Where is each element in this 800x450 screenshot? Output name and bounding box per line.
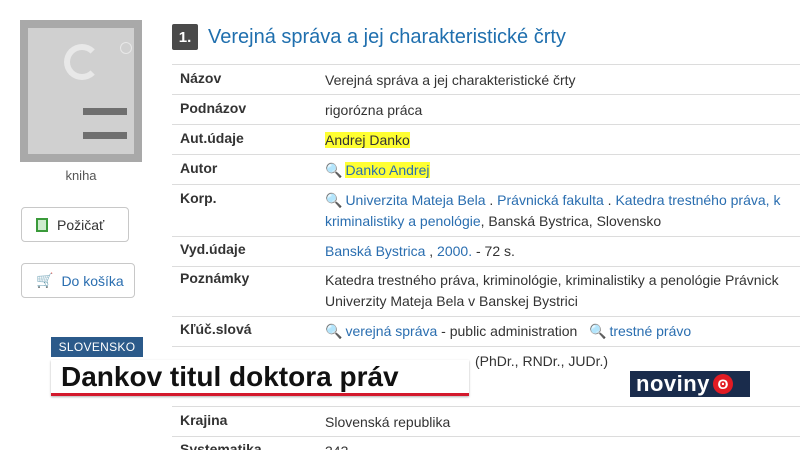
author-link[interactable]: Danko Andrej xyxy=(345,162,430,178)
row-divider xyxy=(172,154,800,155)
borrow-button[interactable]: Požičať xyxy=(21,207,129,242)
field-label: Poznámky xyxy=(180,270,250,286)
corporate-tail: , Banská Bystrica, Slovensko xyxy=(480,213,662,229)
field-label: Aut.údaje xyxy=(180,130,244,146)
field-value-author: 🔍 Danko Andrej xyxy=(325,160,800,181)
book-icon xyxy=(36,217,48,232)
field-value-title: Verejná správa a jej charakteristické čr… xyxy=(325,72,576,88)
corporate-link[interactable]: Právnická fakulta xyxy=(497,192,604,208)
field-value-country: Slovenská republika xyxy=(325,414,451,430)
year-link[interactable]: 2000. xyxy=(437,243,472,259)
field-label: Systematika xyxy=(180,441,262,450)
row-divider xyxy=(172,346,800,347)
corporate-link[interactable]: Univerzita Mateja Bela xyxy=(345,192,485,208)
field-label: Korp. xyxy=(180,190,217,206)
record-title-link[interactable]: Verejná správa a jej charakteristické čr… xyxy=(208,26,566,49)
highlighted-text: Andrej Danko xyxy=(325,132,410,148)
field-value-notes: Katedra trestného práva, kriminológie, k… xyxy=(325,270,800,312)
row-divider xyxy=(172,406,800,407)
corporate-link[interactable]: kriminalistiky a penológie xyxy=(325,213,481,229)
row-divider xyxy=(172,266,800,267)
search-icon[interactable]: 🔍 xyxy=(325,162,342,178)
cover-emblem xyxy=(64,44,100,80)
field-label: Kľúč.slová xyxy=(180,321,252,337)
row-divider xyxy=(172,94,800,95)
add-to-cart-label: Do košíka xyxy=(61,272,124,289)
field-value-subtitle: rigorózna práca xyxy=(325,102,423,118)
cover-registered-mark xyxy=(120,42,132,54)
pages-text: - 72 s. xyxy=(475,243,515,259)
row-divider xyxy=(172,124,800,125)
search-icon[interactable]: 🔍 xyxy=(325,192,342,208)
document-type-label: kniha xyxy=(65,168,97,183)
book-cover-image xyxy=(20,20,142,162)
record-heading: 1. Verejná správa a jej charakteristické… xyxy=(172,22,566,52)
row-divider xyxy=(172,236,800,237)
row-divider xyxy=(172,316,800,317)
field-value-publication: Banská Bystrica , 2000. - 72 s. xyxy=(325,243,515,259)
keyword-translation: - public administration xyxy=(441,323,578,339)
field-value-author-data: Andrej Danko xyxy=(325,130,800,151)
row-divider xyxy=(172,184,800,185)
search-icon[interactable]: 🔍 xyxy=(325,323,342,339)
field-label: Autor xyxy=(180,160,218,176)
field-label: Názov xyxy=(180,70,222,86)
row-divider xyxy=(172,64,800,65)
keyword-link[interactable]: trestné právo xyxy=(609,323,691,339)
news-headline: Dankov titul doktora práv xyxy=(51,360,469,396)
systematics-link[interactable]: 343 xyxy=(325,441,800,450)
field-value-keywords: 🔍 verejná správa - public administration … xyxy=(325,321,800,342)
cover-bar xyxy=(83,132,127,139)
corporate-link[interactable]: Katedra trestného práva, k xyxy=(615,192,780,208)
channel-logo: noviny ʘ xyxy=(630,371,750,397)
field-value-degrees: (PhDr., RNDr., JUDr.) xyxy=(475,353,609,369)
search-icon[interactable]: 🔍 xyxy=(589,323,606,339)
record-number-badge: 1. xyxy=(172,24,198,50)
logo-text: noviny xyxy=(636,371,710,396)
row-divider xyxy=(172,436,800,437)
field-label: Vyd.údaje xyxy=(180,241,246,257)
field-label: Podnázov xyxy=(180,100,247,116)
field-label: Krajina xyxy=(180,412,228,428)
cover-bar xyxy=(83,108,127,115)
book-icon xyxy=(28,28,134,154)
keyword-link[interactable]: verejná správa xyxy=(345,323,437,339)
notes-line: Univerzity Mateja Bela v Banskej Bystric… xyxy=(325,293,578,309)
add-to-cart-button[interactable]: 🛒 Do košíka xyxy=(21,263,135,298)
borrow-button-label: Požičať xyxy=(57,216,105,233)
notes-line: Katedra trestného práva, kriminológie, k… xyxy=(325,272,779,288)
cart-icon: 🛒 xyxy=(36,272,54,288)
field-value-corporate: 🔍 Univerzita Mateja Bela . Právnická faku… xyxy=(325,192,781,229)
news-category-tag: SLOVENSKO xyxy=(51,337,143,357)
place-link[interactable]: Banská Bystrica xyxy=(325,243,425,259)
logo-symbol-icon: ʘ xyxy=(712,374,733,394)
